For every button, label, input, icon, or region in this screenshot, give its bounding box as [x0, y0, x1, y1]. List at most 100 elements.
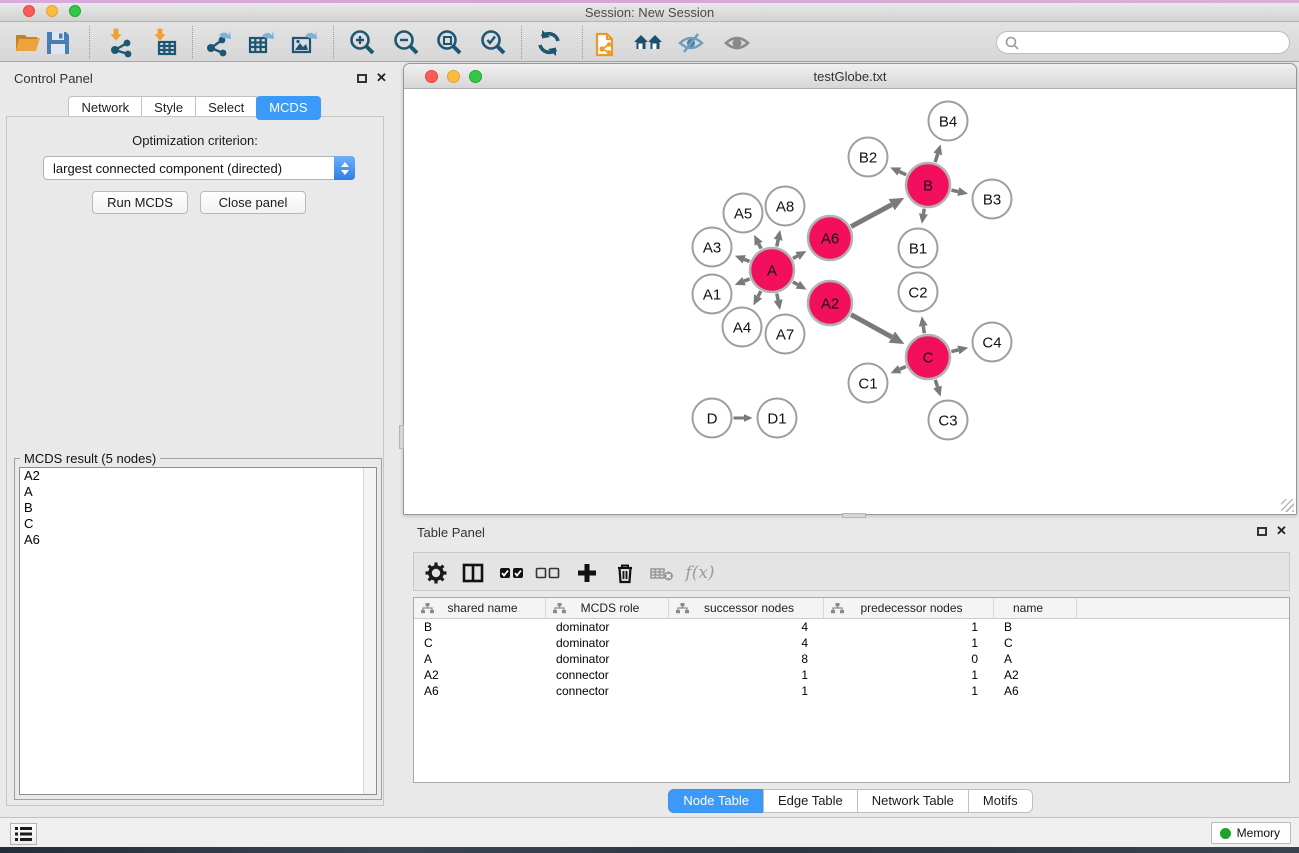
search-input[interactable]: [1020, 36, 1289, 50]
graph-edge-C-C1: [900, 367, 906, 370]
export-image-icon[interactable]: [288, 27, 320, 59]
graph-edge-B-B1: [923, 209, 924, 214]
cell-predecessor-nodes: 1: [824, 636, 994, 650]
tab-motifs[interactable]: Motifs: [968, 789, 1033, 813]
cell-shared-name: C: [414, 636, 546, 650]
zoom-selected-icon[interactable]: [477, 27, 509, 59]
desktop-strip-bottom: [0, 847, 1299, 853]
app-title: Session: New Session: [0, 3, 1299, 22]
column-header-successor-nodes[interactable]: successor nodes: [669, 598, 824, 618]
run-mcds-button[interactable]: Run MCDS: [92, 191, 188, 214]
network-window-titlebar[interactable]: testGlobe.txt: [404, 64, 1296, 89]
control-panel-title: Control Panel: [14, 71, 93, 86]
result-item-a6[interactable]: A6: [20, 532, 376, 548]
cell-name: A2: [994, 668, 1077, 682]
dropdown-selected-value: largest connected component (directed): [44, 161, 334, 176]
tab-node-table[interactable]: Node Table: [668, 789, 764, 813]
cell-mcds-role: dominator: [546, 620, 669, 634]
table-row-b[interactable]: Bdominator41B: [414, 619, 1289, 635]
tab-mcds[interactable]: MCDS: [256, 96, 320, 120]
open-session-icon[interactable]: [12, 27, 44, 59]
table-float-panel-icon[interactable]: [1257, 527, 1267, 536]
new-network-from-file-icon[interactable]: [590, 27, 622, 59]
cell-predecessor-nodes: 1: [824, 668, 994, 682]
network-minimize-traffic-light[interactable]: [447, 70, 460, 83]
result-item-b[interactable]: B: [20, 500, 376, 516]
graph-arrowhead: [957, 345, 968, 354]
add-column-icon[interactable]: [573, 560, 601, 586]
zoom-in-icon[interactable]: [346, 27, 378, 59]
hide-eye-icon[interactable]: [675, 27, 707, 59]
column-header-label: predecessor nodes: [844, 601, 993, 615]
graph-node-label-C4: C4: [982, 334, 1001, 351]
table-panel-tabs: Node TableEdge TableNetwork TableMotifs: [403, 789, 1299, 813]
zoom-fit-icon[interactable]: [433, 27, 465, 59]
optimization-criterion-label: Optimization criterion:: [0, 133, 390, 148]
table-row-a2[interactable]: A2connector11A2: [414, 667, 1289, 683]
graph-arrowhead: [744, 414, 753, 422]
task-history-button[interactable]: [10, 823, 37, 845]
graph-edge-A-A5: [759, 244, 761, 249]
result-item-a[interactable]: A: [20, 484, 376, 500]
graph-node-label-B: B: [923, 177, 933, 194]
close-traffic-light[interactable]: [23, 5, 35, 17]
network-graph[interactable]: B4B2BB3A5A8A6B1A3AC2A1A2A4A7C4CC1C3DD1: [404, 89, 1296, 514]
save-session-icon[interactable]: [42, 27, 74, 59]
cell-shared-name: A: [414, 652, 546, 666]
result-item-c[interactable]: C: [20, 516, 376, 532]
graph-edge-A-A6: [793, 256, 798, 259]
show-eye-icon[interactable]: [721, 27, 753, 59]
network-close-traffic-light[interactable]: [425, 70, 438, 83]
close-panel-icon[interactable]: ✕: [376, 73, 387, 83]
window-resize-grip[interactable]: [1281, 499, 1294, 512]
network-canvas[interactable]: B4B2BB3A5A8A6B1A3AC2A1A2A4A7C4CC1C3DD1: [404, 89, 1296, 514]
graph-node-label-B4: B4: [939, 113, 957, 130]
result-list-scrollbar[interactable]: [363, 468, 376, 794]
delete-column-icon[interactable]: [611, 560, 639, 586]
import-network-icon[interactable]: [105, 27, 137, 59]
function-builder-icon[interactable]: f(x): [686, 560, 714, 586]
home-icon[interactable]: [632, 27, 664, 59]
export-network-icon[interactable]: [202, 27, 234, 59]
main-toolbar: [0, 22, 1299, 62]
toolbar-separator: [582, 26, 583, 59]
table-row-a6[interactable]: A6connector11A6: [414, 683, 1289, 699]
network-zoom-traffic-light[interactable]: [469, 70, 482, 83]
zoom-traffic-light[interactable]: [69, 5, 81, 17]
select-all-icon[interactable]: [498, 560, 526, 586]
destroy-table-icon[interactable]: [648, 560, 676, 586]
result-item-a2[interactable]: A2: [20, 468, 376, 484]
graph-node-label-A3: A3: [703, 239, 721, 256]
table-options-icon[interactable]: [422, 560, 450, 586]
mcds-result-list[interactable]: A2ABCA6: [19, 467, 377, 795]
zoom-out-icon[interactable]: [390, 27, 422, 59]
table-row-c[interactable]: Cdominator41C: [414, 635, 1289, 651]
splitter-handle-horizontal[interactable]: [842, 513, 866, 518]
column-header-mcds-role[interactable]: MCDS role: [546, 598, 669, 618]
tab-edge-table[interactable]: Edge Table: [763, 789, 858, 813]
node-table[interactable]: shared nameMCDS rolesuccessor nodes prede…: [413, 597, 1290, 783]
show-columns-icon[interactable]: [459, 560, 487, 586]
tab-network-table[interactable]: Network Table: [857, 789, 969, 813]
column-header-predecessor-nodes[interactable]: predecessor nodes: [824, 598, 994, 618]
cell-mcds-role: dominator: [546, 652, 669, 666]
column-header-shared-name[interactable]: shared name: [414, 598, 546, 618]
export-table-icon[interactable]: [245, 27, 277, 59]
import-table-icon[interactable]: [150, 27, 182, 59]
minimize-traffic-light[interactable]: [46, 5, 58, 17]
refresh-icon[interactable]: [533, 27, 565, 59]
search-box[interactable]: [996, 31, 1290, 54]
graph-edge-B-B4: [935, 154, 938, 162]
memory-button[interactable]: Memory: [1211, 822, 1291, 844]
graph-edge-A-A4: [758, 291, 761, 296]
close-panel-button[interactable]: Close panel: [200, 191, 306, 214]
unselect-all-icon[interactable]: [534, 560, 562, 586]
splitter-handle-vertical[interactable]: [399, 425, 404, 449]
table-row-a[interactable]: Adominator80A: [414, 651, 1289, 667]
cell-mcds-role: connector: [546, 684, 669, 698]
memory-label: Memory: [1237, 826, 1280, 840]
table-close-panel-icon[interactable]: ✕: [1276, 526, 1287, 536]
optimization-criterion-dropdown[interactable]: largest connected component (directed): [43, 156, 355, 180]
column-header-name[interactable]: name: [994, 598, 1077, 618]
float-panel-icon[interactable]: [357, 74, 367, 83]
